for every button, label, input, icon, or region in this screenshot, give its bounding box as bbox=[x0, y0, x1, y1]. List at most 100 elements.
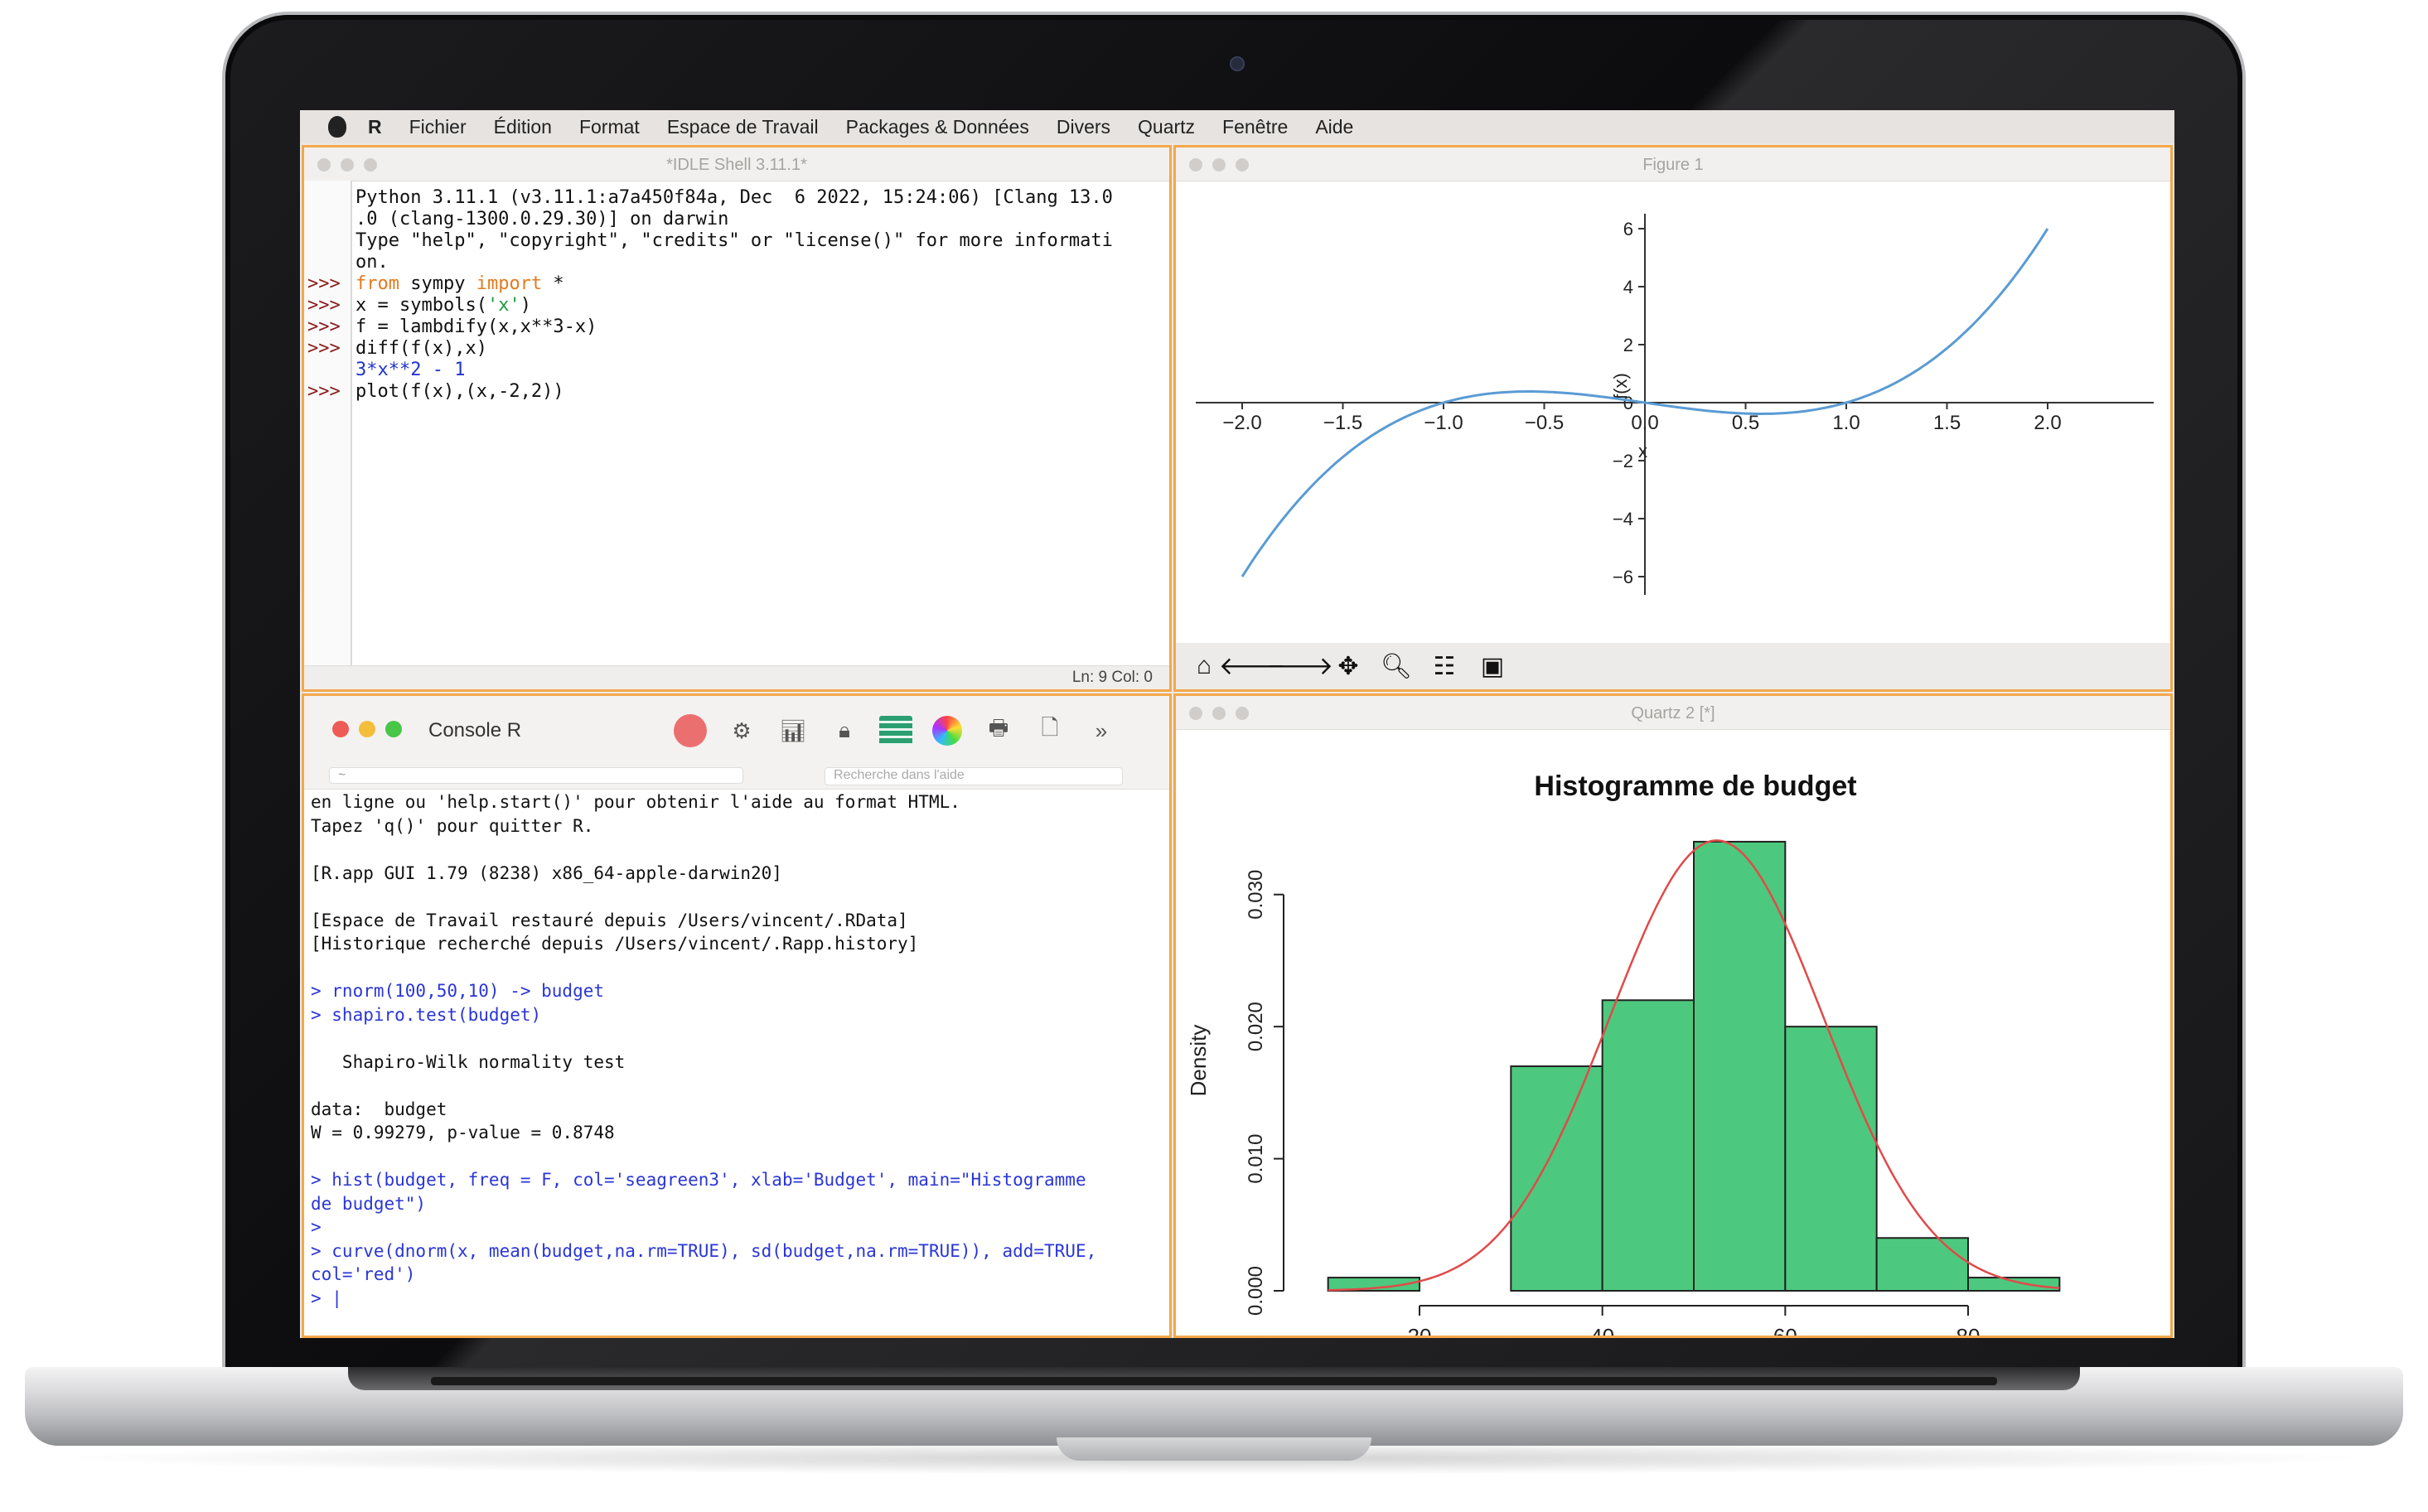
code-text: ) bbox=[520, 295, 531, 316]
console-line: > | bbox=[311, 1287, 342, 1308]
console-line: data: budget bbox=[311, 1099, 447, 1119]
y-tick-label: −2 bbox=[1613, 451, 1633, 471]
console-line: Tapez 'q()' pour quitter R. bbox=[311, 815, 594, 836]
x-tick-label: 0.0 bbox=[1631, 412, 1658, 434]
figure1-titlebar[interactable]: Figure 1 bbox=[1176, 147, 2170, 181]
console-line: [Historique recherché depuis /Users/vinc… bbox=[311, 934, 919, 954]
code-text: * bbox=[542, 273, 564, 294]
menu-espace-de-travail[interactable]: Espace de Travail bbox=[667, 116, 819, 138]
pan-icon[interactable]: ✥ bbox=[1327, 646, 1370, 686]
output-text: 3*x**2 - 1 bbox=[355, 360, 466, 380]
help-search-input[interactable]: Recherche dans l'aide bbox=[825, 767, 1123, 785]
code-line: >>> plot(f(x),(x,-2,2)) bbox=[304, 381, 1169, 403]
prompt: >>> bbox=[307, 338, 341, 359]
figure1-title: Figure 1 bbox=[1642, 156, 1704, 174]
keyword: from bbox=[355, 273, 399, 294]
console-line: > rnorm(100,50,10) -> budget bbox=[311, 981, 605, 1001]
y-tick-label: 0.020 bbox=[1245, 1002, 1267, 1051]
keyboard-edge bbox=[431, 1377, 1997, 1385]
code-line: Python 3.11.1 (v3.11.1:a7a450f84a, Dec 6… bbox=[304, 187, 1169, 209]
save-icon[interactable]: ▣ bbox=[1471, 646, 1514, 686]
console-title: Console R bbox=[428, 719, 522, 742]
y-tick-label: 4 bbox=[1623, 277, 1633, 297]
quartz-icon[interactable]: 📊︎ bbox=[771, 711, 815, 751]
histogram-plot[interactable]: Histogramme de budget 0.000 0.010 0.020 0.03… bbox=[1176, 729, 2170, 1336]
menu-edition[interactable]: Édition bbox=[494, 116, 552, 138]
menu-r[interactable]: R bbox=[368, 116, 382, 138]
x-tick-label: −0.5 bbox=[1525, 412, 1564, 434]
console-line: > bbox=[311, 1217, 322, 1237]
new-document-icon[interactable]: 🗋 bbox=[1028, 711, 1071, 751]
console-output[interactable]: en ligne ou 'help.start()' pour obtenir … bbox=[311, 790, 1163, 1310]
x-tick-label: 1.5 bbox=[1933, 412, 1961, 434]
zoom-button[interactable] bbox=[385, 721, 402, 737]
y-tick-label: 0.000 bbox=[1245, 1266, 1267, 1316]
run-script-icon[interactable]: ⚙ bbox=[720, 711, 763, 751]
code-line: >>> f = lambdify(x,x**3-x) bbox=[304, 316, 1169, 338]
code-text: x = symbols( bbox=[355, 295, 487, 316]
prompt bbox=[304, 360, 351, 381]
figure1-window: Figure 1 −2.0 −1.5 −1.0 −0.5 0.0 0.5 1.0 1.5 2.0… bbox=[1173, 145, 2173, 692]
menu-fichier[interactable]: Fichier bbox=[409, 116, 467, 138]
x-tick-label: 1.0 bbox=[1832, 412, 1860, 434]
menu-quartz[interactable]: Quartz bbox=[1138, 116, 1195, 138]
r-console-window: Console R ⚙ 📊︎ 🔒︎ 🖶 🗋 » ~ Recherche dans… bbox=[302, 693, 1172, 1338]
console-line: en ligne ou 'help.start()' pour obtenir … bbox=[311, 792, 960, 812]
close-button[interactable] bbox=[332, 721, 349, 737]
color-wheel-icon[interactable] bbox=[926, 711, 969, 751]
apple-icon[interactable] bbox=[328, 116, 346, 138]
y-tick-label: 6 bbox=[1623, 219, 1633, 239]
matplotlib-toolbar: ⌂ 🡐 🡒 ✥ 🔍︎ ☷ ▣ bbox=[1176, 643, 2170, 689]
working-directory-field[interactable]: ~ bbox=[329, 767, 743, 784]
code-line: .0 (clang-1300.0.29.30)] on darwin bbox=[304, 209, 1169, 230]
x-tick-label: 2.0 bbox=[2034, 412, 2061, 434]
console-titlebar[interactable]: Console R ⚙ 📊︎ 🔒︎ 🖶 🗋 » bbox=[304, 696, 1169, 764]
forward-arrow-icon[interactable]: 🡒 bbox=[1267, 646, 1333, 686]
list-icon[interactable] bbox=[874, 711, 917, 751]
x-tick-label: −1.0 bbox=[1424, 412, 1463, 434]
configure-icon[interactable]: ☷ bbox=[1423, 646, 1466, 686]
menu-aide[interactable]: Aide bbox=[1315, 116, 1353, 138]
console-path-row: ~ Recherche dans l'aide bbox=[304, 764, 1169, 790]
minimize-button[interactable] bbox=[359, 721, 375, 737]
idle-code-area[interactable]: Python 3.11.1 (v3.11.1:a7a450f84a, Dec 6… bbox=[304, 187, 1169, 403]
prompt bbox=[304, 187, 351, 209]
y-axis-label: f(x) bbox=[1610, 373, 1631, 399]
quartz-titlebar[interactable]: Quartz 2 [*] bbox=[1176, 696, 2170, 730]
chevron-right-icon[interactable]: » bbox=[1080, 711, 1123, 751]
console-line: > curve(dnorm(x, mean(budget,na.rm=TRUE)… bbox=[311, 1240, 1097, 1261]
cubic-plot[interactable]: −2.0 −1.5 −1.0 −0.5 0.0 0.5 1.0 1.5 2.06420−2−4−… bbox=[1176, 181, 2170, 643]
console-line: col='red') bbox=[311, 1264, 416, 1284]
idle-title: *IDLE Shell 3.11.1* bbox=[666, 156, 807, 174]
stop-icon[interactable] bbox=[669, 711, 712, 751]
menu-fenetre[interactable]: Fenêtre bbox=[1222, 116, 1288, 138]
histogram-bar bbox=[1784, 1026, 1878, 1292]
code-text: sympy bbox=[399, 273, 476, 294]
menu-divers[interactable]: Divers bbox=[1057, 116, 1110, 138]
x-tick-label: 60 bbox=[1773, 1324, 1797, 1336]
code-text: Type "help", "copyright", "credits" or "… bbox=[355, 230, 1113, 251]
console-line: > shapiro.test(budget) bbox=[311, 1004, 542, 1025]
idle-shell-window: *IDLE Shell 3.11.1* Python 3.11.1 (v3.11… bbox=[302, 145, 1172, 692]
code-text: f = lambdify(x,x**3-x) bbox=[355, 316, 597, 337]
idle-titlebar[interactable]: *IDLE Shell 3.11.1* bbox=[304, 147, 1169, 181]
code-line: >>> x = symbols('x') bbox=[304, 295, 1169, 316]
window-controls bbox=[332, 721, 402, 737]
code-line: 3*x**2 - 1 bbox=[304, 360, 1169, 381]
print-icon[interactable]: 🖶 bbox=[977, 711, 1020, 751]
camera-icon bbox=[1230, 56, 1245, 71]
chart-title: Histogramme de budget bbox=[1534, 770, 1856, 802]
quartz-window: Quartz 2 [*] Histogramme de budget 0.000 0… bbox=[1173, 693, 2173, 1338]
zoom-icon[interactable]: 🔍︎ bbox=[1375, 646, 1418, 686]
menu-format[interactable]: Format bbox=[579, 116, 640, 138]
code-line: on. bbox=[304, 252, 1169, 273]
histogram-bar bbox=[1693, 840, 1787, 1292]
lock-icon[interactable]: 🔒︎ bbox=[823, 711, 866, 751]
code-line: >>> diff(f(x),x) bbox=[304, 338, 1169, 360]
x-tick-label: 80 bbox=[1956, 1324, 1981, 1336]
menu-packages-donnees[interactable]: Packages & Données bbox=[846, 116, 1029, 138]
